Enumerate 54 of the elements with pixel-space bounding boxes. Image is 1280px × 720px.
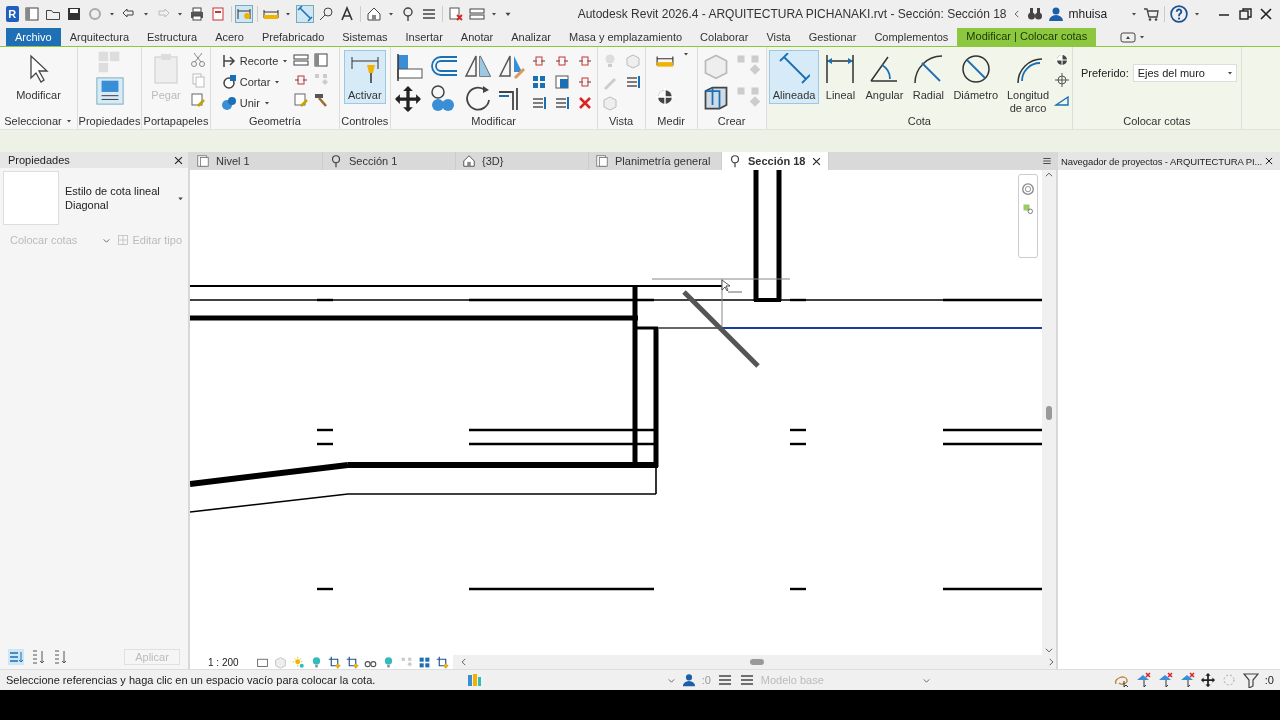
ribbon-tab[interactable]: Sistemas (333, 28, 397, 46)
app-logo[interactable]: R (6, 6, 19, 22)
panel-label: Cota (907, 114, 931, 127)
preferred-label: Preferido: (1081, 67, 1129, 79)
panel-title: Navegador de proyectos - ARQUITECTURA PI... (1061, 155, 1263, 167)
panel-title: Propiedades (8, 154, 70, 166)
panel-label: Portapapeles (143, 114, 209, 127)
tool-button[interactable]: Angular (861, 50, 908, 104)
ribbon-tab[interactable]: Analizar (502, 28, 560, 46)
tool-button[interactable]: Alineada (768, 50, 820, 104)
type-selector[interactable]: Estilo de cota lineal Diagonal (65, 184, 170, 212)
tool-button[interactable]: Activar (344, 50, 386, 104)
preferred-dropdown[interactable]: Ejes del muro (1132, 64, 1237, 82)
panel-label: Modificar (471, 114, 516, 127)
ribbon-tab[interactable]: Prefabricado (252, 28, 334, 46)
ribbon-tab[interactable]: Gestionar (799, 28, 866, 46)
view-tab[interactable]: Planimetría general (589, 152, 722, 170)
tool-button[interactable]: Unir (220, 94, 290, 111)
panel-label: Controles (341, 114, 389, 127)
view-tab[interactable]: Nivel 1 (190, 152, 323, 170)
panel-label: Propiedades (78, 114, 141, 127)
tool-button[interactable]: Modificar (12, 50, 65, 104)
ribbon-tab[interactable]: Insertar (396, 28, 452, 46)
tool-button[interactable]: Recorte (220, 52, 290, 69)
ribbon-tab[interactable]: Complementos (865, 28, 958, 46)
tool-button[interactable]: Radial (908, 50, 949, 104)
editable-count: :0 (701, 674, 711, 686)
ribbon-tab[interactable]: Arquitectura (60, 28, 138, 46)
view-tab[interactable]: {3D} (456, 152, 589, 170)
panel-label: Medir (657, 114, 685, 127)
panel-label: Colocar cotas (1123, 114, 1191, 127)
view-tab[interactable]: Sección 18 (722, 152, 829, 170)
view-scale[interactable]: 1 : 200 (208, 656, 239, 668)
ribbon-tab[interactable]: Acero (206, 28, 253, 46)
tool-button[interactable]: Cortar (220, 73, 290, 90)
view-tab[interactable]: Sección 1 (323, 152, 456, 170)
ribbon-tab[interactable]: Archivo (6, 28, 61, 46)
window-title: Autodesk Revit 2026.4 - ARQUITECTURA PICHANAKI.rvt - Sección: Sección 18 (576, 7, 1007, 21)
panel-label: Crear (717, 114, 746, 127)
status-message: Seleccione referencias y haga clic en un espacio vacío para colocar la cota. (6, 674, 377, 686)
panel-label[interactable]: Seleccionar (4, 114, 62, 127)
tool-button[interactable]: Longitud de arco (1003, 50, 1053, 118)
tool-button[interactable]: Lineal (820, 50, 861, 104)
filter-count: :0 (1264, 674, 1274, 686)
ribbon-tab[interactable]: Masa y emplazamiento (560, 28, 692, 46)
ribbon-tab[interactable]: Modificar | Colocar cotas (957, 28, 1097, 46)
user-name[interactable]: mhuisa (1068, 7, 1108, 21)
tool-button[interactable]: Diámetro (949, 50, 1002, 104)
ribbon-tab[interactable]: Colaborar (691, 28, 758, 46)
ribbon-tab[interactable]: Anotar (451, 28, 503, 46)
panel-label: Geometría (249, 114, 301, 127)
ribbon-tab[interactable]: Estructura (138, 28, 207, 46)
panel-label: Vista (609, 114, 634, 127)
ribbon-tab[interactable]: Vista (757, 28, 800, 46)
